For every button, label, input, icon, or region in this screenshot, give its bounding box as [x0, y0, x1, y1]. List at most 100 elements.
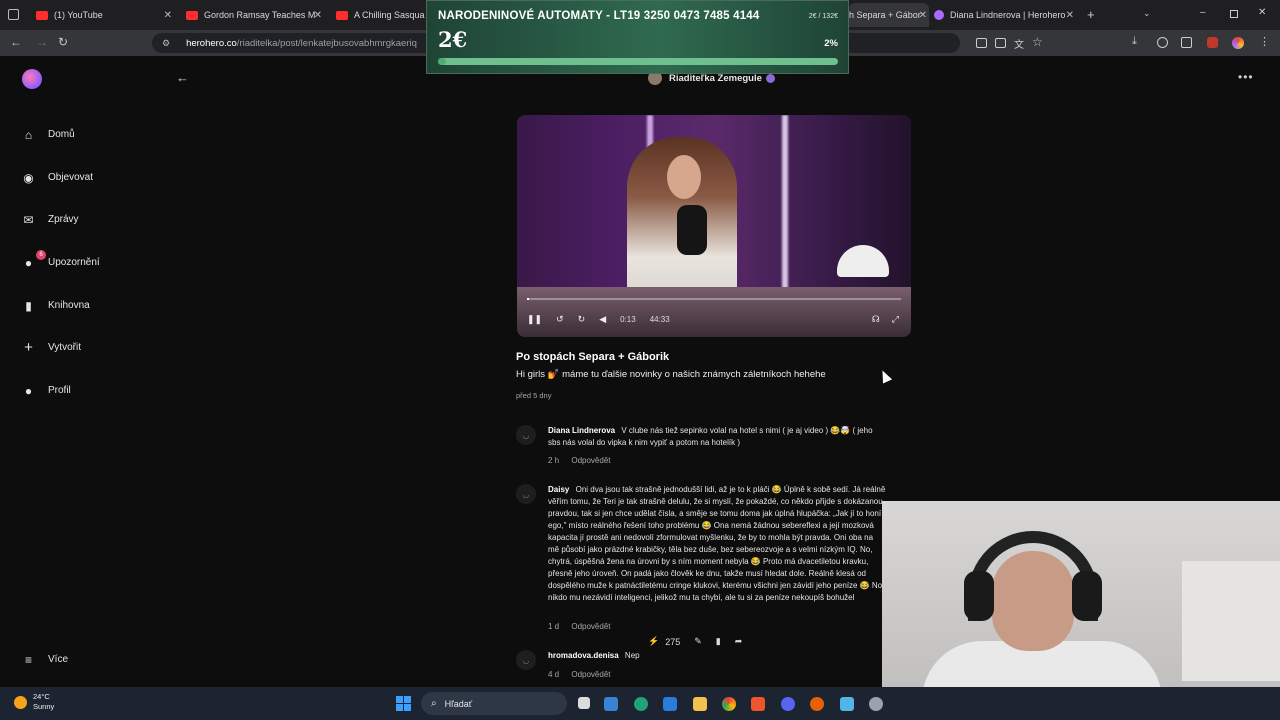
rewind-icon[interactable]: ↺: [556, 314, 564, 325]
extensions-icon[interactable]: [1181, 37, 1192, 48]
avatar[interactable]: ◡: [516, 425, 536, 445]
avatar[interactable]: ◡: [516, 650, 536, 670]
translate-icon[interactable]: 文: [1014, 36, 1024, 51]
weather-widget[interactable]: 24°C Sunny: [14, 692, 54, 712]
comment-author[interactable]: Daisy: [548, 485, 569, 494]
brave-icon[interactable]: [751, 697, 765, 711]
discord-icon[interactable]: [781, 697, 795, 711]
url-path: /riaditelka/post/lenkatejbusovabhmrgkaer…: [236, 37, 417, 49]
search-icon: ⌕: [431, 698, 437, 709]
video-duration: 44:33: [649, 315, 670, 324]
pause-icon[interactable]: ❚❚: [527, 314, 542, 325]
close-tab-icon[interactable]: ✕: [164, 10, 172, 21]
save-icon[interactable]: ▮: [716, 636, 721, 647]
tab-separa-gaborik[interactable]: h Separa + Gábor ✕: [849, 3, 929, 27]
comment-author[interactable]: hromadova.denisa: [548, 651, 619, 660]
comment-body: hromadova.denisa Nep: [548, 650, 886, 662]
like-icon[interactable]: ⚡: [648, 636, 659, 647]
forward-icon[interactable]: →: [36, 35, 48, 49]
youtube-icon: [336, 10, 348, 20]
donation-goal-banner: NARODENINOVÉ AUTOMATY - LT19 3250 0473 7…: [426, 0, 849, 74]
sidebar-item-discover[interactable]: ◉ Objevovat: [22, 170, 94, 185]
sidebar-item-notifications[interactable]: ● 6 Upozornění: [22, 250, 100, 270]
herohero-logo[interactable]: [22, 69, 42, 89]
chrome-icon[interactable]: [722, 697, 736, 711]
store-icon[interactable]: [604, 697, 618, 711]
tab-diana-lindnerova[interactable]: Diana Lindnerova | Herohero ✕: [934, 3, 1076, 27]
volume-icon[interactable]: ◀: [599, 314, 606, 325]
account-icon[interactable]: [1157, 37, 1168, 48]
sidebar-item-library[interactable]: ▮ Knihovna: [22, 299, 90, 313]
video-progress-bar[interactable]: [527, 298, 901, 300]
sidebar-item-label: Upozornění: [48, 257, 100, 268]
temperature: 24°C: [33, 692, 50, 701]
new-tab-icon[interactable]: +: [1087, 7, 1095, 22]
sidebar-item-create[interactable]: + Vytvořit: [22, 339, 81, 356]
headphones-icon[interactable]: ☊: [872, 314, 880, 325]
post-actions: ⚡ 275 ✎ ▮ ➦: [648, 636, 742, 647]
banner-progress-fill: [438, 58, 446, 65]
comment-meta: 2 h Odpovědět: [548, 456, 621, 465]
comment-text: Nep: [624, 651, 640, 660]
sidebar-item-label: Objevovat: [48, 172, 94, 183]
fullscreen-icon[interactable]: ⤢: [892, 314, 899, 325]
tab-chilling-sasquatch[interactable]: A Chilling Sasqua: [336, 3, 426, 27]
start-icon[interactable]: [396, 696, 411, 711]
restore-icon[interactable]: [1230, 10, 1238, 18]
screenshot-icon[interactable]: [976, 38, 987, 48]
browser-menu-icon[interactable]: ⋮: [1259, 35, 1270, 48]
more-options-icon[interactable]: •••: [1238, 70, 1254, 84]
comment-meta: 4 d Odpovědět: [548, 670, 621, 679]
edge-icon[interactable]: [634, 697, 648, 711]
firefox-icon[interactable]: [810, 697, 824, 711]
avatar[interactable]: ◡: [516, 484, 536, 504]
tab-youtube[interactable]: (1) YouTube ✕: [36, 3, 174, 27]
post-text: Hi girls 💅 máme tu ďalšie novinky o naši…: [516, 369, 826, 380]
close-tab-icon[interactable]: ✕: [1066, 10, 1074, 21]
back-icon[interactable]: ←: [10, 35, 22, 49]
close-window-icon[interactable]: ✕: [1258, 7, 1266, 18]
back-arrow-icon[interactable]: ←: [176, 70, 189, 85]
reply-button[interactable]: Odpovědět: [571, 456, 610, 465]
install-app-icon[interactable]: [995, 38, 1006, 48]
close-tab-icon[interactable]: ✕: [314, 10, 322, 21]
tab-actions-icon[interactable]: [8, 9, 19, 20]
banner-title: NARODENINOVÉ AUTOMATY - LT19 3250 0473 7…: [438, 10, 760, 22]
add-comment-icon[interactable]: ✎: [694, 636, 702, 647]
share-icon[interactable]: ➦: [735, 636, 743, 647]
bookmark-star-icon[interactable]: ☆: [1032, 35, 1043, 49]
taskbar-search[interactable]: ⌕ Hľadať: [421, 692, 567, 715]
notepad-icon[interactable]: [840, 697, 854, 711]
sidebar-item-home[interactable]: ⌂ Domů: [22, 128, 75, 142]
site-info-icon[interactable]: ⚙: [162, 38, 170, 49]
video-player[interactable]: ❚❚ ↺ ↻ ◀ 0:13 44:33 ☊ ⤢: [517, 115, 911, 337]
youtube-icon: [186, 10, 198, 20]
downloads-icon[interactable]: ⤓: [1132, 35, 1137, 48]
sidebar-item-label: Vytvořit: [48, 342, 81, 353]
reply-button[interactable]: Odpovědět: [571, 622, 610, 631]
task-view-icon[interactable]: [578, 697, 590, 709]
minimize-icon[interactable]: –: [1200, 7, 1206, 18]
compass-icon: ◉: [23, 170, 34, 185]
photos-icon[interactable]: [663, 697, 677, 711]
forward-skip-icon[interactable]: ↻: [578, 314, 586, 325]
tab-gordon-ramsay[interactable]: Gordon Ramsay Teaches M ✕: [186, 3, 324, 27]
like-count: 275: [665, 636, 681, 647]
file-explorer-icon[interactable]: [693, 697, 707, 711]
video-controls: ❚❚ ↺ ↻ ◀ 0:13 44:33: [527, 314, 670, 325]
banner-amount: 2€: [438, 27, 468, 52]
comment-author[interactable]: Diana Lindnerova: [548, 426, 615, 435]
reply-button[interactable]: Odpovědět: [571, 670, 610, 679]
sidebar-item-more[interactable]: ≡ Více: [22, 653, 68, 667]
reload-icon[interactable]: ↻: [58, 35, 68, 49]
sidebar-item-messages[interactable]: ✉ Zprávy: [22, 213, 79, 227]
sidebar-item-label: Zprávy: [48, 214, 79, 225]
sidebar-item-profile[interactable]: ● Profil: [22, 384, 71, 398]
comment-age: 2 h: [548, 456, 560, 465]
tab-search-icon[interactable]: ⌄: [1143, 8, 1151, 19]
comment-text: Oni dva jsou tak strašně jednodušší lidi…: [548, 485, 886, 602]
close-tab-icon[interactable]: ✕: [919, 10, 927, 21]
settings-icon[interactable]: [869, 697, 883, 711]
extension-red-icon[interactable]: [1207, 37, 1218, 48]
profile-avatar-icon[interactable]: [1232, 37, 1244, 49]
